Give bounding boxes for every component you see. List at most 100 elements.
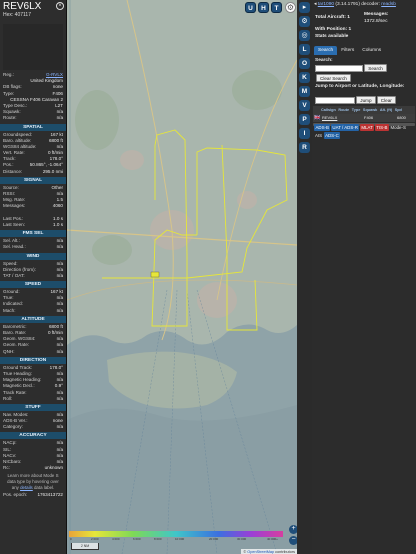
toolbar-button-o[interactable]: O	[299, 58, 310, 69]
field-value: n/a	[56, 307, 63, 313]
direction-row: Roll: n/a	[3, 396, 63, 402]
speed-rows: Ground: 167 kt True: n/a Indicated: n/a Mach: n…	[0, 289, 66, 314]
direction-rows: Ground Track: 178.0° True Heading: n/a Magne…	[0, 365, 66, 402]
alt-tick: 4 000	[112, 537, 120, 541]
col-route[interactable]: Route	[337, 106, 350, 114]
section-direction[interactable]: DIRECTION	[0, 356, 66, 364]
aircraft-marker[interactable]	[150, 271, 160, 278]
col-speed[interactable]: Spd	[393, 106, 403, 114]
alt-tick: 40 000+	[267, 537, 278, 541]
attribution-suffix: contributors	[274, 549, 295, 554]
toolbar-button-v[interactable]: V	[299, 100, 310, 111]
row-altitude: 6800	[397, 115, 406, 120]
stats-available[interactable]: Stats available	[315, 34, 348, 39]
section-speed[interactable]: SPEED	[0, 281, 66, 289]
map-attribution: © OpenStreetMap contributors	[241, 549, 297, 554]
alt-tick: 30 000	[237, 537, 247, 541]
rows1-row: Route: n/a	[3, 115, 63, 121]
altitude-rows: Barometric: 6800 ft Baro. Rate: 0 ft/min Geo…	[0, 324, 66, 355]
map-button-h[interactable]: H	[258, 2, 269, 13]
speed-row: Mach: n/a	[3, 308, 63, 314]
altitude-scale-labels: 0 2 000 4 000 6 000 8 000 10 000 20 000 …	[69, 537, 283, 542]
toolbar-button-m[interactable]: M	[299, 86, 310, 97]
map-button-t[interactable]: T	[271, 2, 282, 13]
stuff-rows: Nav. Modes: n/a ADS-B Ver.: none Category: n/…	[0, 412, 66, 431]
with-position: With Position: 1	[315, 27, 352, 32]
field-label: QNH:	[3, 348, 15, 354]
toolbar-button-l[interactable]: L	[299, 44, 310, 55]
toolbar-button-k[interactable]: K	[299, 72, 310, 83]
accuracy-rows: NACp: n/a SIL: n/a NACv: n/a NICbaro: n/a Rc: unk…	[0, 440, 66, 471]
readsb-link[interactable]: readsb	[381, 2, 396, 7]
wind-row: TAT / OAT: n/a	[3, 273, 63, 279]
map-button-u[interactable]: U	[245, 2, 256, 13]
toolbar-button-p[interactable]: P	[299, 114, 310, 125]
section-signal[interactable]: SIGNAL	[0, 176, 66, 184]
tab-filters[interactable]: Filters	[337, 46, 358, 55]
col-type[interactable]: Type	[350, 106, 361, 114]
tar1090-link[interactable]: tar1090	[318, 2, 334, 7]
section-wind[interactable]: WIND	[0, 252, 66, 260]
field-label: Category:	[3, 424, 23, 430]
row-callsign[interactable]: REV6LX	[322, 114, 337, 122]
sidebar-tabs: Search Filters Columns	[314, 46, 385, 55]
search-button[interactable]: Search	[364, 64, 387, 72]
search-input[interactable]	[315, 64, 363, 72]
section-altitude[interactable]: ALTITUDE	[0, 315, 66, 323]
zoom-out-button[interactable]: −	[289, 536, 297, 545]
alt-tick: 0	[70, 537, 72, 541]
sidebar-panel: ◂ tar1090 (3.14.1791) decoder: readsb To…	[312, 0, 416, 554]
source-tag: AIS	[315, 133, 323, 138]
selected-hex: Hex: 407117	[3, 12, 31, 18]
field-value: n/a	[56, 424, 63, 430]
source-tag: MLAT	[359, 124, 375, 131]
source-tag: TIS-B	[374, 124, 389, 131]
tab-search[interactable]: Search	[314, 46, 338, 55]
section-stuff[interactable]: STUFF	[0, 403, 66, 411]
sidebar-toggle-icon[interactable]: ◂	[314, 2, 316, 7]
mode-s-help-note: Learn more about Mode S data type by hov…	[0, 471, 66, 492]
altitude-row: QNH: n/a	[3, 349, 63, 355]
help-details-link[interactable]: details	[20, 485, 33, 490]
col-altitude[interactable]: Alt. (ft)	[379, 106, 394, 114]
messages-label: Messages:	[364, 12, 389, 17]
stuff-row: Category: n/a	[3, 424, 63, 430]
field-label: Distance:	[3, 168, 23, 174]
table-row[interactable]: 🇬🇧 REV6LX F406 6800	[313, 114, 415, 122]
signal-row: Last Seen: 1.0 s	[3, 222, 63, 228]
source-tag: ADS-B	[314, 124, 331, 131]
version-line: ◂ tar1090 (3.14.1791) decoder: readsb	[312, 0, 416, 10]
close-icon[interactable]: ×	[56, 2, 64, 10]
spatial-row: Distance: 295.0 nmi	[3, 169, 63, 175]
clear-jump-button[interactable]: Clear	[376, 96, 396, 104]
section-accuracy[interactable]: ACCURACY	[0, 432, 66, 440]
jump-input[interactable]	[315, 96, 355, 104]
total-aircraft: Total Aircraft: 1	[315, 15, 350, 20]
settings-icon[interactable]: ⚙	[299, 16, 310, 27]
alt-tick: 6 000	[133, 537, 141, 541]
registration-rows: Reg.: G-RVLX United Kingdom DB flags: none Ty…	[0, 72, 66, 122]
clear-search-button[interactable]: Clear Search	[316, 74, 351, 82]
tab-columns[interactable]: Columns	[358, 46, 385, 55]
jump-button[interactable]: Jump	[356, 96, 376, 104]
section-spatial[interactable]: SPATIAL	[0, 123, 66, 131]
zoom-in-button[interactable]: +	[289, 525, 297, 534]
openstreetmap-link[interactable]: OpenStreetMap	[247, 550, 274, 554]
version-text: (3.14.1791) decoder:	[334, 2, 382, 7]
source-tag: UAT / ADS-R	[330, 124, 360, 131]
aircraft-info-panel: REV6LX Hex: 407117 × Reg.: G-RVLX United K…	[0, 0, 67, 554]
map-view[interactable]: U H T ⚙ 0 2 000 4 000 6 000 8 000 10 000…	[67, 0, 297, 554]
toolbar-button-i[interactable]: I	[299, 128, 310, 139]
section-fms-sel[interactable]: FMS SEL	[0, 230, 66, 238]
aircraft-photo-placeholder	[3, 24, 63, 70]
col-squawk[interactable]: Squawk	[362, 106, 379, 114]
field-label: Sel. Head.:	[3, 244, 26, 250]
alt-tick: 20 000	[209, 537, 219, 541]
toolbar-button-r[interactable]: R	[299, 142, 310, 153]
col-callsign[interactable]: Callsign	[313, 106, 337, 114]
collapse-panel-icon[interactable]: ▸	[299, 2, 310, 13]
fms-row: Sel. Head.: n/a	[3, 244, 63, 250]
settings-gear-icon[interactable]: ⚙	[285, 2, 296, 13]
source-legend: ADS-B UAT / ADS-R MLAT TIS-B Mode-S AIS ADS-C	[314, 124, 414, 140]
center-map-icon[interactable]: ◎	[299, 30, 310, 41]
